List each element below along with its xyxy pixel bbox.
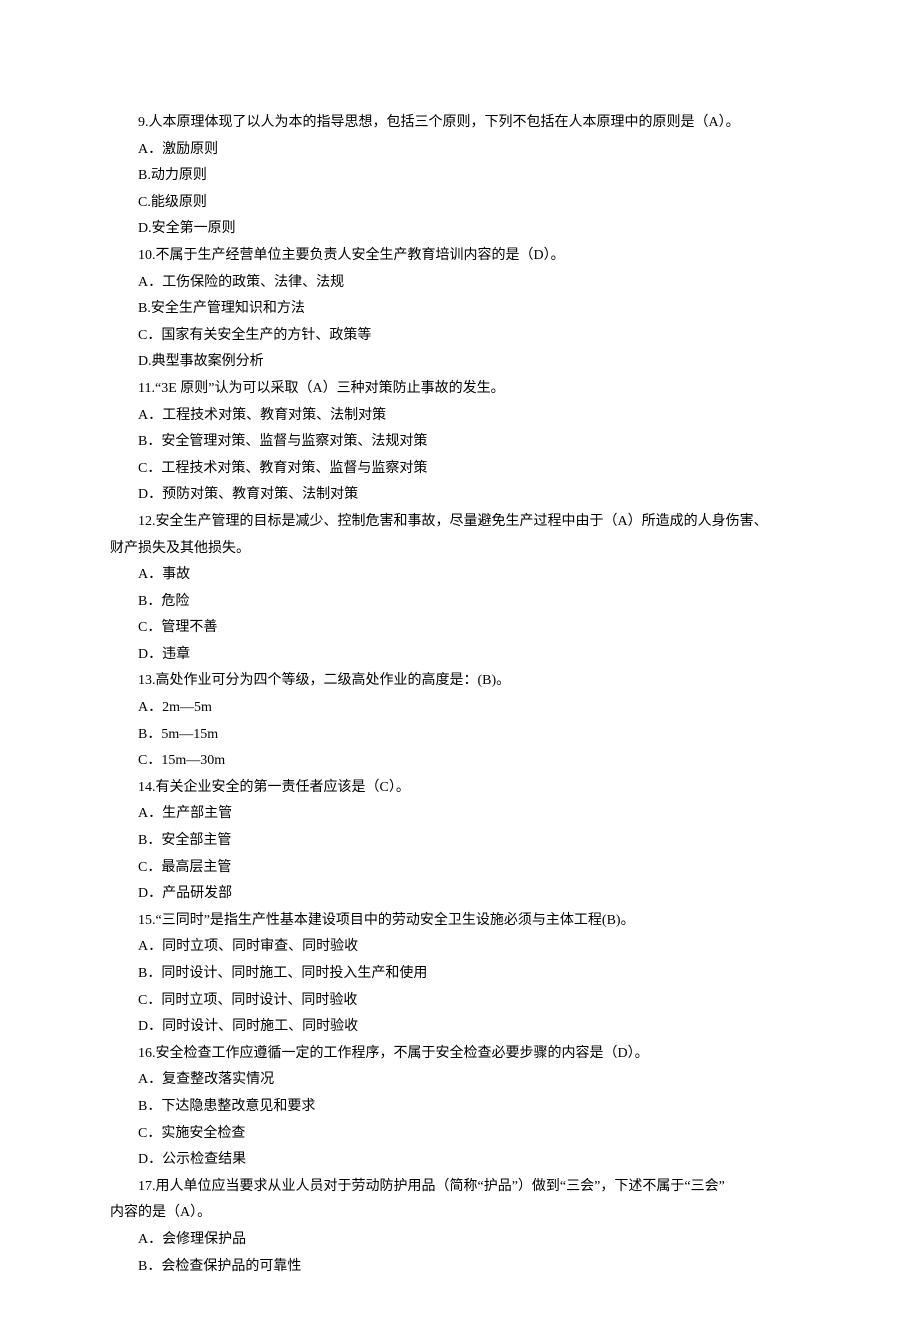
question-stem: 11.“3E 原则”认为可以采取（A）三种对策防止事故的发生。 [110,376,810,403]
question-stem: 15.“三同时”是指生产性基本建设项目中的劳动安全卫生设施必须与主体工程(B)。 [110,908,810,935]
option: C．管理不善 [110,615,810,642]
option: C．同时立项、同时设计、同时验收 [110,988,810,1015]
option: C.能级原则 [110,190,810,217]
question-stem: 10.不属于生产经营单位主要负责人安全生产教育培训内容的是（D）。 [110,243,810,270]
option: B．会检查保护品的可靠性 [110,1254,810,1281]
option: C．15m—30m [110,748,810,775]
option: D．公示检查结果 [110,1147,810,1174]
option: A．2m—5m [110,695,810,722]
question-stem: 17.用人单位应当要求从业人员对于劳动防护用品（简称“护品”）做到“三会”，下述… [110,1174,810,1201]
option: C．国家有关安全生产的方针、政策等 [110,323,810,350]
option: D．预防对策、教育对策、法制对策 [110,482,810,509]
option: B．下达隐患整改意见和要求 [110,1094,810,1121]
option: B．5m—15m [110,722,810,749]
question-stem: 13.高处作业可分为四个等级，二级高处作业的高度是：(B)。 [110,668,810,695]
question-stem-continuation: 财产损失及其他损失。 [110,536,810,563]
option: B．安全部主管 [110,828,810,855]
option: B．危险 [110,589,810,616]
option: A．生产部主管 [110,801,810,828]
option: A．事故 [110,562,810,589]
option: D．违章 [110,642,810,669]
option: A．工程技术对策、教育对策、法制对策 [110,403,810,430]
option: D．产品研发部 [110,881,810,908]
question-stem-continuation: 内容的是（A）。 [110,1200,810,1227]
option: A．复查整改落实情况 [110,1067,810,1094]
option: C．最高层主管 [110,855,810,882]
option: D.安全第一原则 [110,216,810,243]
option: B．安全管理对策、监督与监察对策、法规对策 [110,429,810,456]
option: B．同时设计、同时施工、同时投入生产和使用 [110,961,810,988]
question-stem: 12.安全生产管理的目标是减少、控制危害和事故，尽量避免生产过程中由于（A）所造… [110,509,810,536]
document-body: 9.人本原理体现了以人为本的指导思想，包括三个原则，下列不包括在人本原理中的原则… [110,110,810,1280]
option: B.安全生产管理知识和方法 [110,296,810,323]
question-stem: 16.安全检查工作应遵循一定的工作程序，不属于安全检查必要步骤的内容是（D）。 [110,1041,810,1068]
option: A．工伤保险的政策、法律、法规 [110,270,810,297]
question-stem: 14.有关企业安全的第一责任者应该是（C）。 [110,775,810,802]
option: C．工程技术对策、教育对策、监督与监察对策 [110,456,810,483]
option: D.典型事故案例分析 [110,349,810,376]
question-stem: 9.人本原理体现了以人为本的指导思想，包括三个原则，下列不包括在人本原理中的原则… [110,110,810,137]
option: B.动力原则 [110,163,810,190]
option: C．实施安全检查 [110,1121,810,1148]
option: D．同时设计、同时施工、同时验收 [110,1014,810,1041]
option: A．会修理保护品 [110,1227,810,1254]
option: A．激励原则 [110,137,810,164]
option: A．同时立项、同时审查、同时验收 [110,934,810,961]
